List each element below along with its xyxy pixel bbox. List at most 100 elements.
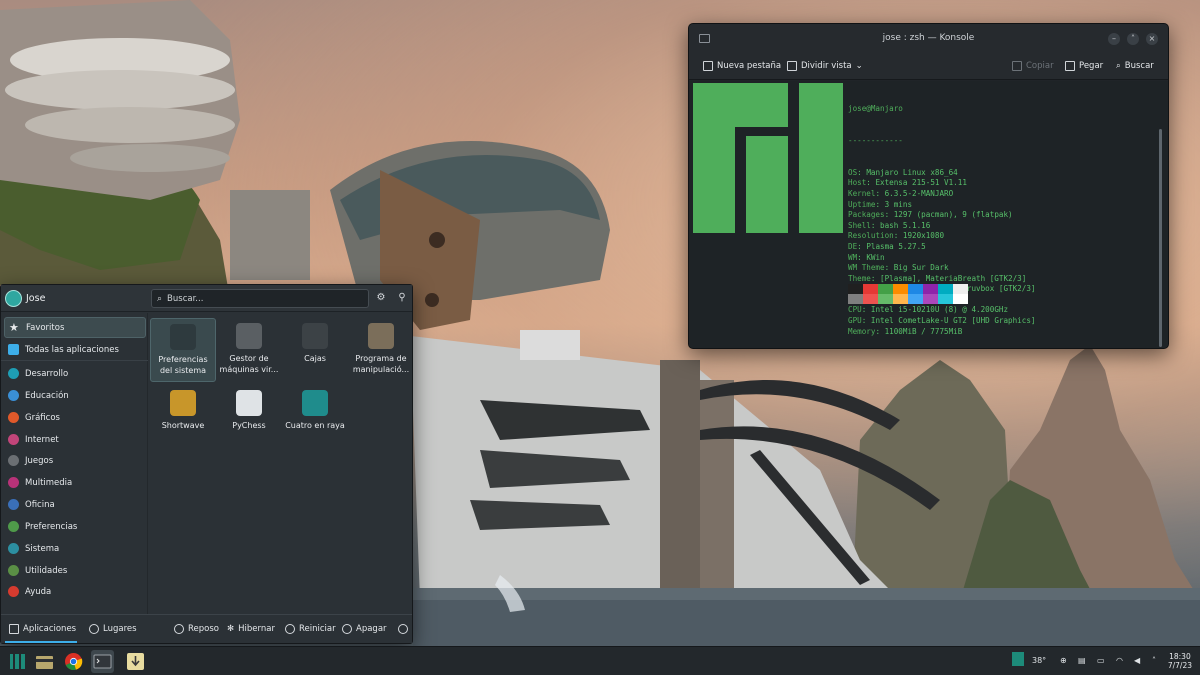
category-icon: ★ (9, 321, 19, 334)
app-icon (302, 390, 328, 416)
sidebar-item-category[interactable]: Sistema (4, 538, 146, 559)
app-label: Gestor de máquinas vir... (219, 354, 279, 374)
search-field[interactable]: ⌕ (151, 289, 369, 308)
category-icon (8, 521, 19, 532)
neofetch-line: Kernel: 6.3.5-2-MANJARO (848, 188, 954, 198)
manjaro-menu-icon[interactable] (6, 650, 29, 673)
temperature-label: 38° (1032, 656, 1047, 665)
app-tile[interactable]: Gestor de máquinas vir... (216, 318, 282, 382)
battery-icon[interactable]: ▭ (1097, 656, 1105, 665)
palette-swatch (923, 284, 938, 294)
scrollbar[interactable] (1159, 129, 1162, 347)
app-icon (236, 390, 262, 416)
app-tile[interactable]: Programa de manipulació... (348, 318, 414, 382)
neofetch-value: KWin (866, 252, 885, 262)
sidebar-item-category[interactable]: Educación (4, 385, 146, 406)
copy-button[interactable]: Copiar (1012, 61, 1054, 71)
shutdown-label: Apagar (356, 624, 387, 634)
sidebar-item-category[interactable]: Todas las aplicaciones (4, 339, 146, 360)
neofetch-key: WM (848, 252, 858, 262)
sidebar-item-category[interactable]: Juegos (4, 450, 146, 471)
shutdown-button[interactable]: Apagar (342, 624, 387, 634)
hibernate-button[interactable]: ✻ Hibernar (227, 624, 275, 634)
app-tile[interactable]: PyChess (216, 385, 282, 449)
sidebar-item-category[interactable]: Desarrollo (4, 363, 146, 384)
neofetch-value: Plasma 5.27.5 (866, 241, 926, 251)
category-label: Multimedia (25, 477, 73, 488)
configure-icon[interactable]: ⚙ (374, 291, 388, 305)
file-manager-icon[interactable] (33, 650, 56, 673)
minimize-icon[interactable]: – (1108, 33, 1120, 45)
konsole-task-icon[interactable] (91, 650, 114, 673)
neofetch-key: Theme (848, 273, 871, 283)
volume-icon[interactable]: ◀ (1134, 656, 1140, 665)
sidebar-item-category[interactable]: Internet (4, 429, 146, 450)
app-icon (368, 323, 394, 349)
neofetch-line: Packages: 1297 (pacman), 9 (flatpak) (848, 210, 1013, 220)
app-grid: Preferencias del sistema Gestor de máquin… (150, 317, 412, 613)
category-label: Internet (25, 434, 59, 445)
app-tile[interactable]: Shortwave (150, 385, 216, 449)
konsole-window: jose : zsh — Konsole – ˄ × Nueva pestaña… (688, 23, 1169, 349)
network-icon[interactable]: ◠ (1116, 656, 1123, 665)
app-tile[interactable]: Cuatro en raya (282, 385, 348, 449)
terminal-output[interactable]: jose@Manjaro ------------ OS: Manjaro Li… (689, 81, 1168, 348)
new-tab-label: Nueva pestaña (717, 61, 782, 71)
clock[interactable]: 18:30 7/7/23 (1168, 652, 1192, 670)
category-icon (8, 390, 19, 401)
new-tab-button[interactable]: Nueva pestaña (703, 61, 781, 71)
restart-button[interactable]: Reiniciar (285, 624, 336, 634)
sidebar-item-category[interactable]: Utilidades (4, 560, 146, 581)
app-label: Cuatro en raya (285, 421, 345, 430)
find-label: Buscar (1124, 61, 1154, 71)
palette-swatch (863, 284, 878, 294)
sidebar-item-category[interactable]: Multimedia (4, 472, 146, 493)
paste-button[interactable]: Pegar (1065, 61, 1103, 71)
more-options-button[interactable] (398, 624, 408, 634)
search-icon: ⌕ (1116, 61, 1121, 71)
updates-icon[interactable]: ⊕ (1060, 656, 1067, 665)
maximize-icon[interactable]: ˄ (1127, 33, 1139, 45)
close-icon[interactable]: × (1146, 33, 1158, 45)
manjaro-logo-icon (693, 83, 843, 233)
pin-icon[interactable]: ⚲ (395, 291, 409, 305)
sidebar-item-category[interactable]: ★ Favoritos (4, 317, 146, 338)
neofetch-key: Shell (848, 220, 871, 230)
category-icon (8, 434, 19, 445)
tab-places[interactable]: Lugares (89, 624, 137, 634)
search-input[interactable] (167, 293, 358, 304)
sidebar-item-category[interactable]: Oficina (4, 494, 146, 515)
chrome-icon[interactable] (62, 650, 85, 673)
neofetch-value: 6.3.5-2-MANJARO (884, 188, 954, 198)
avatar[interactable] (5, 290, 22, 307)
category-icon (8, 543, 19, 554)
neofetch-key: Host (848, 178, 867, 188)
split-view-button[interactable]: Dividir vista ⌄ (787, 61, 863, 71)
sidebar-item-category[interactable]: Gráficos (4, 407, 146, 428)
app-icon (302, 323, 328, 349)
download-icon[interactable] (124, 650, 147, 673)
search-icon: ⌕ (157, 293, 163, 304)
palette-swatch (848, 294, 863, 304)
app-tile[interactable]: Cajas (282, 318, 348, 382)
neofetch-line: DE: Plasma 5.27.5 (848, 241, 926, 251)
app-tile[interactable]: Preferencias del sistema (150, 318, 216, 382)
sidebar-item-category[interactable]: Ayuda (4, 581, 146, 602)
sleep-button[interactable]: Reposo (174, 624, 219, 634)
find-button[interactable]: ⌕ Buscar (1116, 61, 1154, 71)
weather-icon[interactable] (1012, 652, 1024, 668)
neofetch-line: Shell: bash 5.1.16 (848, 220, 931, 230)
app-icon (170, 390, 196, 416)
color-palette-row (848, 284, 968, 294)
tray-expand-icon[interactable]: ˄ (1152, 656, 1156, 665)
split-view-label: Dividir vista (801, 61, 852, 71)
palette-swatch (878, 294, 893, 304)
category-label: Ayuda (25, 586, 52, 597)
launcher-header: Jose ⌕ ⚙ ⚲ (1, 285, 412, 312)
sidebar-item-category[interactable]: Preferencias (4, 516, 146, 537)
palette-swatch (893, 284, 908, 294)
neofetch-info: jose@Manjaro ------------ OS: Manjaro Li… (848, 83, 1035, 348)
tab-applications[interactable]: Aplicaciones (9, 624, 76, 634)
clipboard-icon[interactable]: ▤ (1078, 656, 1086, 665)
konsole-titlebar[interactable]: jose : zsh — Konsole – ˄ × (689, 24, 1168, 54)
